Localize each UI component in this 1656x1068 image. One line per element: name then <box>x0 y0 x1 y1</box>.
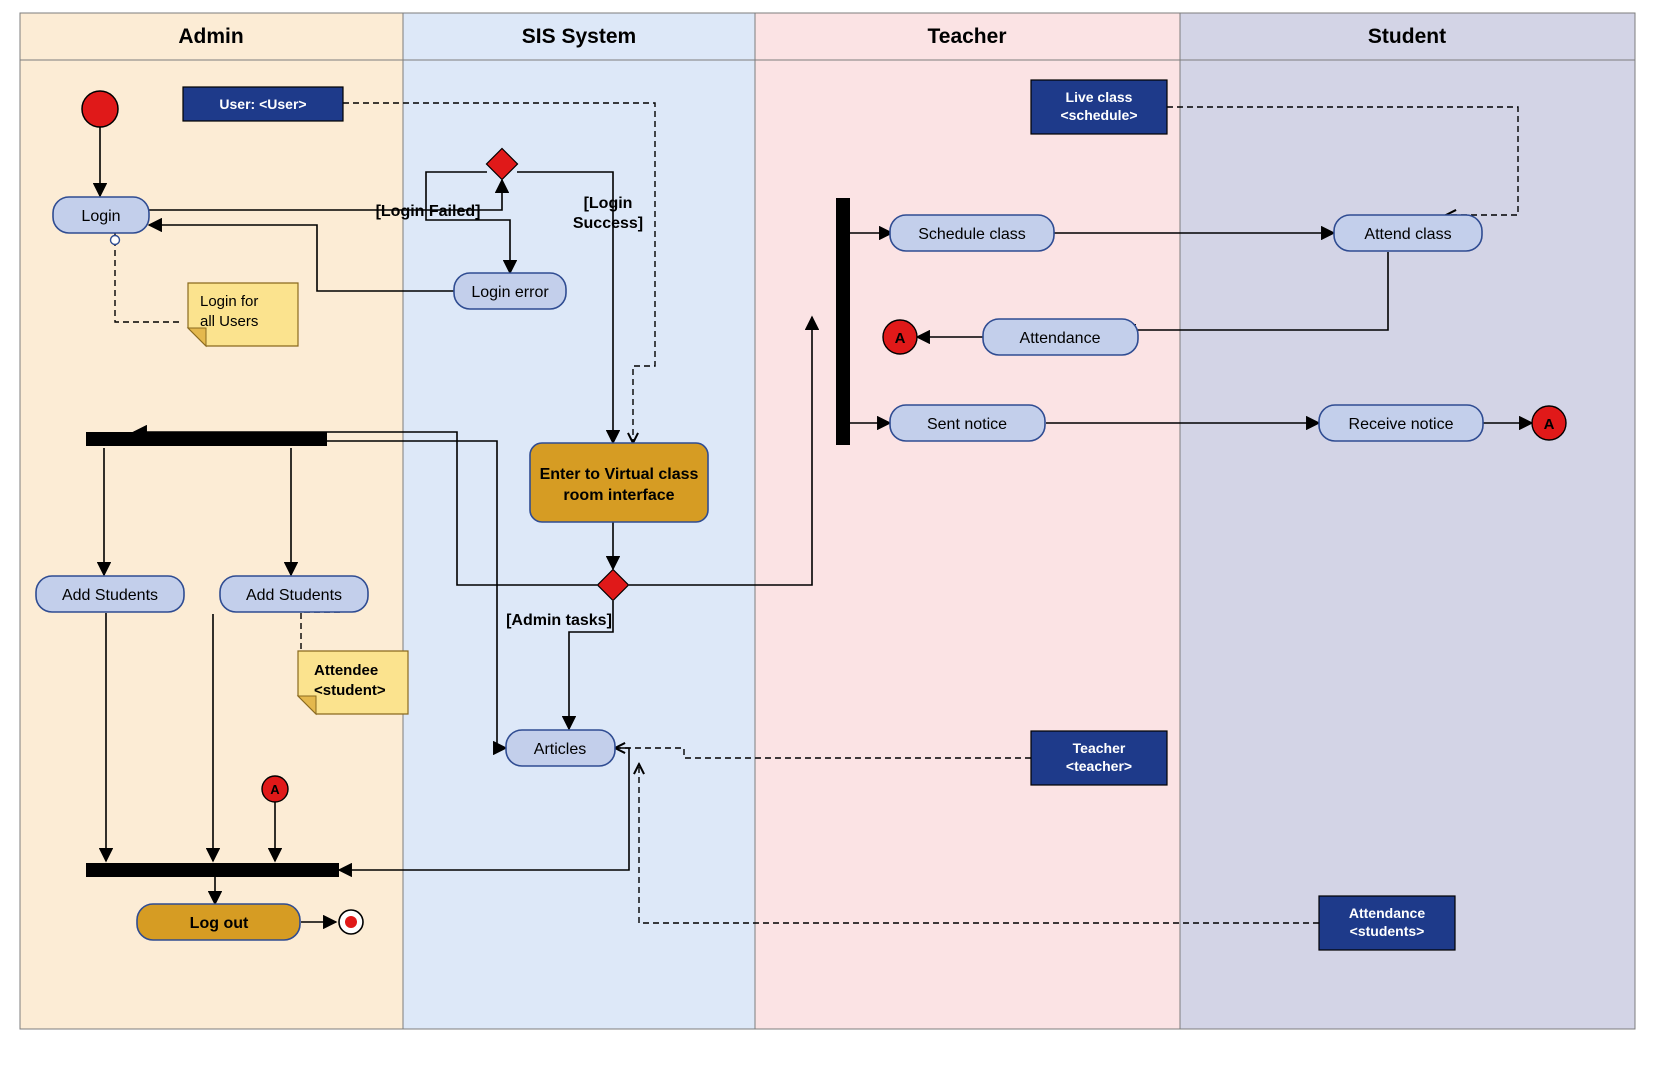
note-login-l1: Login for <box>200 293 258 310</box>
connector-a-2-label: A <box>895 330 906 347</box>
guard-login-failed: [Login Failed] <box>376 203 481 220</box>
note-attendee-l1: Attendee <box>314 662 378 679</box>
activity-add-students-1-label: Add Students <box>62 587 158 604</box>
activity-schedule-class-label: Schedule class <box>918 226 1026 243</box>
note-attendee: Attendee <student> <box>298 651 408 714</box>
io-attendance-l1: Attendance <box>1349 905 1425 921</box>
join-bar-admin <box>86 863 339 877</box>
activity-enter-vc-label-l2: room interface <box>563 487 674 504</box>
activity-sent-notice-label: Sent notice <box>927 416 1007 433</box>
activity-diagram: Admin SIS System Teacher Student <box>0 0 1656 1068</box>
activity-receive-notice-label: Receive notice <box>1349 416 1454 433</box>
guard-login-success-l1: [Login <box>584 195 633 212</box>
io-teacher-l1: Teacher <box>1073 740 1126 756</box>
io-attendance-l2: <students> <box>1350 923 1425 939</box>
activity-articles-label: Articles <box>534 741 586 758</box>
activity-log-out-label: Log out <box>190 915 249 932</box>
note-login-l2: all Users <box>200 313 258 330</box>
io-user-label: User: <User> <box>219 96 306 112</box>
activity-add-students-2-label: Add Students <box>246 587 342 604</box>
note-attendee-l2: <student> <box>314 682 386 699</box>
guard-login-success-l2: Success] <box>573 215 643 232</box>
io-live-class-l2: <schedule> <box>1060 107 1137 123</box>
fork-bar-teacher <box>836 198 850 445</box>
activity-attend-class-label: Attend class <box>1364 226 1451 243</box>
lane-student-label: Student <box>1368 25 1446 48</box>
note-login: Login for all Users <box>188 283 298 346</box>
io-live-class-l1: Live class <box>1066 89 1133 105</box>
pin-icon <box>111 236 120 245</box>
lane-teacher-label: Teacher <box>928 25 1007 48</box>
io-teacher-l2: <teacher> <box>1066 758 1132 774</box>
lane-admin-label: Admin <box>178 25 243 48</box>
guard-admin-tasks: [Admin tasks] <box>506 612 612 629</box>
initial-node-icon <box>82 91 118 127</box>
activity-login-label: Login <box>81 208 120 225</box>
final-node-icon <box>339 910 363 934</box>
activity-attendance-label: Attendance <box>1020 330 1101 347</box>
lane-sis-label: SIS System <box>522 25 636 48</box>
fork-bar-admin <box>86 432 327 446</box>
connector-a-1-label: A <box>270 782 280 797</box>
activity-enter-vc-label-l1: Enter to Virtual class <box>540 466 699 483</box>
activity-login-error-label: Login error <box>471 284 549 301</box>
connector-a-3-label: A <box>1544 416 1555 433</box>
